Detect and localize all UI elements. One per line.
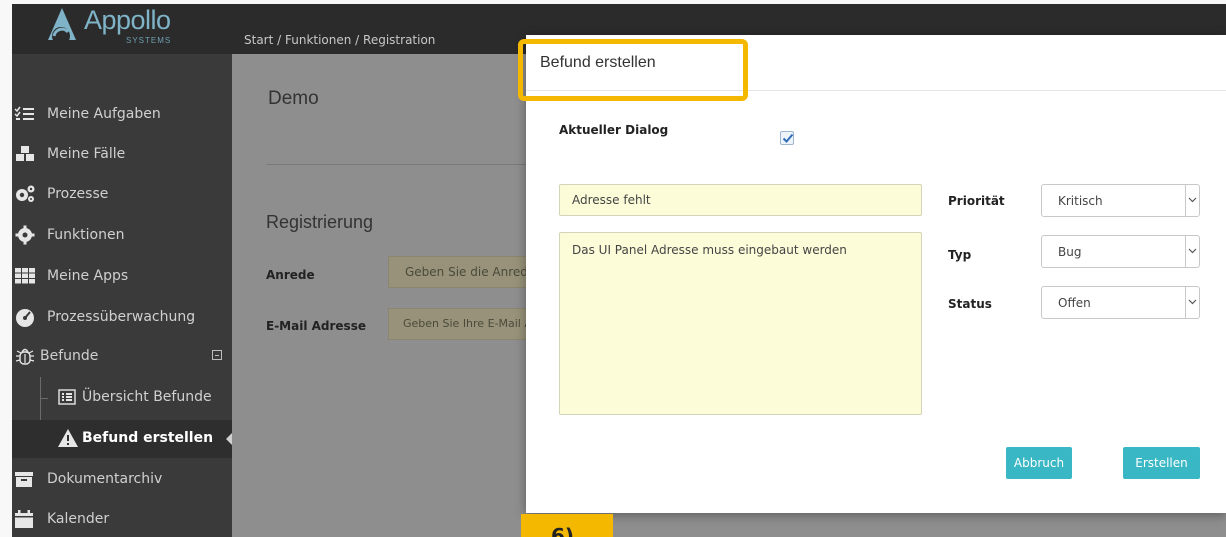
checkmark-icon [782, 133, 794, 143]
collapse-minus-icon[interactable] [212, 350, 222, 360]
sidebar-item-label: Meine Apps [47, 268, 129, 284]
sidebar: Meine Aufgaben Meine Fälle Prozesse Funk… [12, 54, 232, 537]
warning-icon [58, 429, 78, 447]
email-label: E-Mail Adresse [266, 319, 366, 333]
sidebar-item-dokumentarchiv[interactable]: Dokumentarchiv [12, 461, 232, 499]
divider [266, 164, 526, 165]
dialog-title: Befund erstellen [540, 54, 656, 71]
list-box-icon [58, 389, 76, 405]
type-label: Typ [948, 248, 972, 262]
sidebar-item-befund-erstellen[interactable]: Befund erstellen [12, 420, 232, 458]
tasks-list-icon [14, 106, 34, 120]
grid-icon [15, 268, 35, 284]
dialog-header: Befund erstellen [526, 35, 1226, 91]
chevron-down-icon [1185, 287, 1199, 318]
sidebar-item-label: Dokumentarchiv [47, 471, 163, 487]
sidebar-item-funktionen[interactable]: Funktionen [12, 217, 232, 255]
status-select[interactable]: Offen [1041, 286, 1200, 319]
sidebar-item-uebersicht-befunde[interactable]: Übersicht Befunde [12, 379, 232, 417]
priority-select[interactable]: Kritisch [1041, 184, 1200, 217]
sidebar-item-label: Übersicht Befunde [82, 389, 212, 405]
sidebar-item-label: Befund erstellen [82, 430, 214, 446]
cancel-button[interactable]: Abbruch [1006, 447, 1072, 479]
logo-mark-icon [48, 8, 76, 45]
annotation-step-text: 6) [551, 524, 575, 537]
description-textarea[interactable]: Das UI Panel Adresse muss eingebaut werd… [559, 232, 922, 415]
sidebar-item-prozessueberwachung[interactable]: Prozessüberwachung [12, 299, 232, 337]
sidebar-item-label: Prozessüberwachung [47, 309, 196, 325]
section-title: Registrierung [266, 212, 374, 232]
app-logo[interactable]: Appollo SYSTEMS [42, 4, 192, 54]
current-dialog-checkbox[interactable] [780, 131, 794, 145]
sidebar-item-meine-apps[interactable]: Meine Apps [12, 258, 232, 296]
sidebar-item-befunde[interactable]: Befunde [12, 338, 232, 376]
anrede-input[interactable]: Geben Sie die Anrede ein [388, 256, 528, 288]
cubes-icon [16, 146, 34, 161]
page-title: Demo [268, 88, 319, 109]
type-select-value: Bug [1058, 245, 1082, 259]
sidebar-item-label: Meine Aufgaben [47, 106, 161, 122]
priority-select-value: Kritisch [1058, 194, 1103, 208]
chevron-down-icon [1185, 185, 1199, 216]
sidebar-item-kalender[interactable]: Kalender [12, 501, 232, 537]
dashboard-gauge-icon [16, 309, 34, 327]
archive-icon [15, 472, 33, 487]
current-dialog-label: Aktueller Dialog [559, 123, 669, 137]
anrede-label: Anrede [266, 268, 315, 282]
calendar-icon [15, 510, 33, 528]
priority-label: Priorität [948, 194, 1005, 208]
sidebar-item-meine-faelle[interactable]: Meine Fälle [12, 136, 232, 174]
breadcrumb[interactable]: Start / Funktionen / Registration [244, 33, 435, 47]
sidebar-item-meine-aufgaben[interactable]: Meine Aufgaben [12, 96, 232, 134]
bug-icon [15, 348, 35, 365]
sidebar-item-label: Prozesse [47, 186, 109, 202]
status-label: Status [948, 297, 992, 311]
annotation-step-tab: 6) [521, 514, 613, 537]
chevron-down-icon [1185, 236, 1199, 267]
type-select[interactable]: Bug [1041, 235, 1200, 268]
sidebar-item-prozesse[interactable]: Prozesse [12, 176, 232, 214]
logo-subtext: SYSTEMS [126, 36, 172, 45]
logo-text: Appollo [84, 5, 171, 35]
email-input[interactable]: Geben Sie Ihre E-Mail Adresse ein [388, 308, 528, 340]
subject-input[interactable]: Adresse fehlt [559, 184, 922, 216]
create-finding-dialog: Befund erstellen Aktueller Dialog Adress… [526, 35, 1226, 513]
sidebar-item-label: Befunde [40, 348, 99, 364]
status-select-value: Offen [1058, 296, 1091, 310]
sidebar-item-label: Funktionen [47, 227, 125, 243]
create-button[interactable]: Erstellen [1123, 447, 1200, 479]
gear-icon [15, 225, 35, 245]
app-root: Appollo SYSTEMS Start / Funktionen / Reg… [0, 0, 1226, 537]
gears-icon [16, 185, 35, 202]
sidebar-item-label: Meine Fälle [47, 146, 126, 162]
sidebar-item-label: Kalender [47, 511, 110, 527]
